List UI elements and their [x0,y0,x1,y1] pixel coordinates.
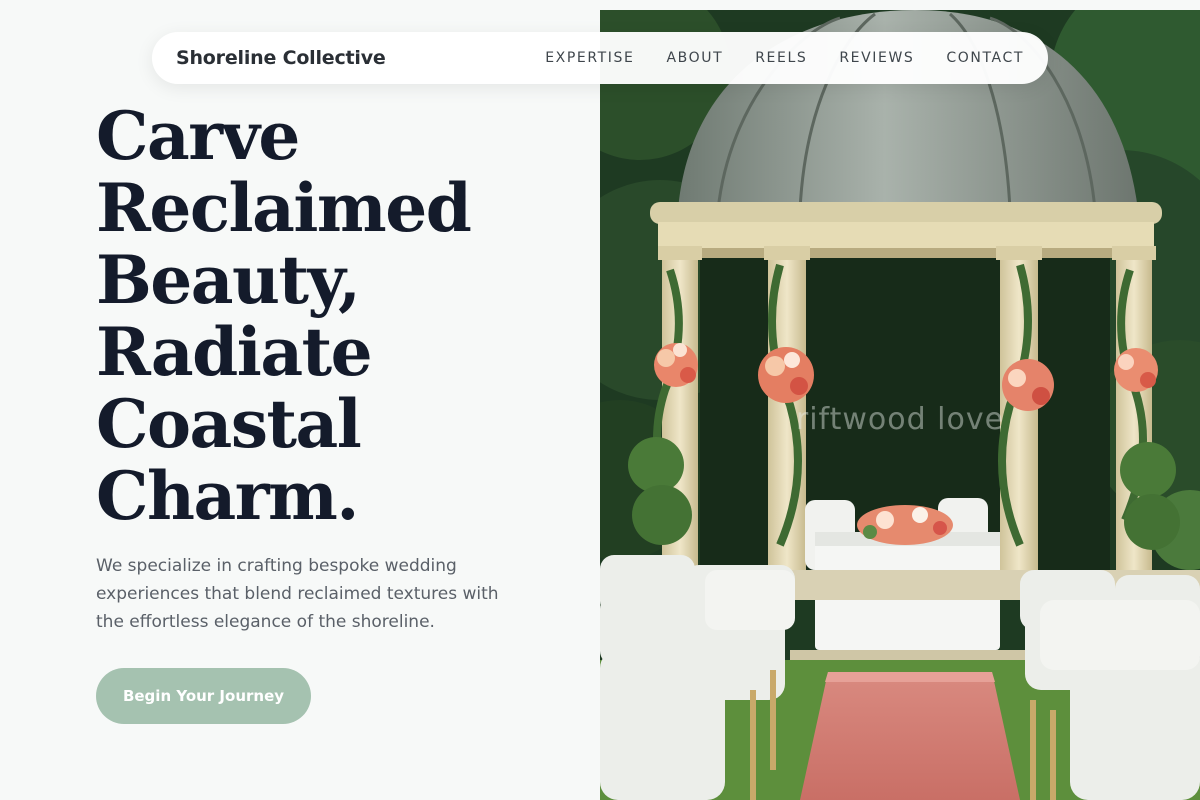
nav-link-reels[interactable]: REELS [755,50,807,66]
headline-line: Charm. [96,457,359,535]
nav-link-reviews[interactable]: REVIEWS [839,50,914,66]
headline-line: Carve [96,97,300,175]
nav-link-expertise[interactable]: EXPERTISE [545,50,634,66]
nav-link-about[interactable]: ABOUT [666,50,723,66]
top-navigation: Shoreline Collective EXPERTISE ABOUT REE… [152,32,1048,84]
page: riftwood love Shoreline Collective EXPER… [0,0,1200,800]
flower-cluster [654,343,698,387]
headline-line: Coastal [96,385,362,463]
headline-line: Radiate [96,313,373,391]
headline-line: Beauty, [96,241,361,319]
hero-headline: Carve Reclaimed Beauty, Radiate Coastal … [96,100,576,532]
headline-line: Reclaimed [96,169,472,247]
nav-links: EXPERTISE ABOUT REELS REVIEWS CONTACT [545,50,1024,66]
begin-journey-button[interactable]: Begin Your Journey [96,668,311,724]
brand-logo-text[interactable]: Shoreline Collective [176,47,386,69]
hero-description: We specialize in crafting bespoke weddin… [96,556,499,632]
hero-photo-wedding-gazebo: riftwood love [600,10,1200,800]
nav-link-contact[interactable]: CONTACT [946,50,1024,66]
gazebo-illustration [600,10,1200,800]
